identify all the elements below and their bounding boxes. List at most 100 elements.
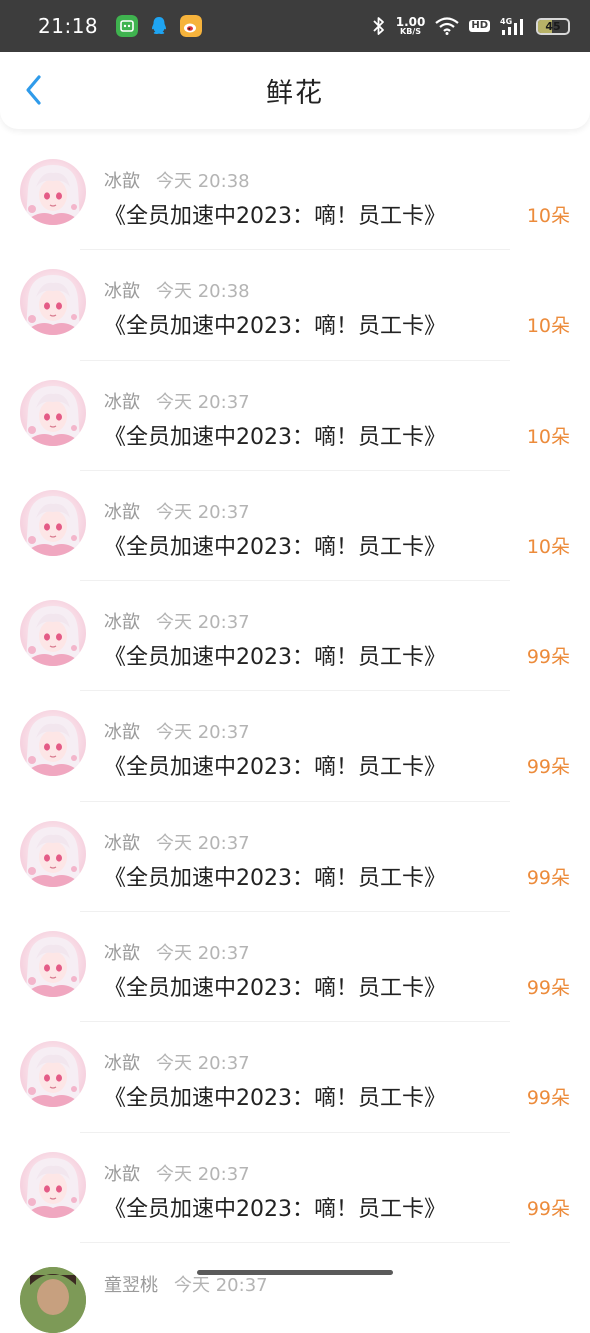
chevron-left-icon	[26, 75, 41, 105]
gift-title: 《全员加速中2023：嘀！员工卡》	[104, 1196, 446, 1222]
page-title: 鲜花	[266, 78, 324, 109]
anime-girl-avatar-image	[20, 1041, 86, 1108]
list-item[interactable]: 冰歆 今天 20:38 《全员加速中2023：嘀！员工卡》 10朵	[0, 250, 590, 361]
status-time: 21:18	[38, 14, 99, 38]
battery-indicator: 45	[536, 17, 570, 35]
flower-count: 99朵	[526, 756, 570, 779]
list-item[interactable]: 冰歆 今天 20:37 《全员加速中2023：嘀！员工卡》 99朵	[0, 1022, 590, 1133]
avatar[interactable]	[20, 820, 86, 887]
status-right: 1.00 KB/S HD 4G 45	[372, 16, 570, 36]
timestamp: 今天 20:37	[156, 391, 250, 413]
sender-name: 冰歆	[104, 281, 140, 303]
flower-count: 99朵	[526, 646, 570, 669]
anime-girl-avatar-image	[20, 269, 86, 336]
list-item[interactable]: 冰歆 今天 20:37 《全员加速中2023：嘀！员工卡》 99朵	[0, 1133, 590, 1243]
item-meta: 冰歆 今天 20:37	[104, 388, 250, 414]
list-item-partial[interactable]: 童翌桃 今天 20:37	[0, 1243, 590, 1333]
anime-girl-avatar-image	[20, 379, 86, 446]
item-meta: 冰歆 今天 20:37	[104, 1160, 250, 1186]
anime-girl-avatar-image	[20, 600, 86, 667]
sender-name: 冰歆	[104, 722, 140, 744]
wifi-icon	[435, 17, 460, 35]
timestamp: 今天 20:37	[156, 1053, 250, 1075]
list-item[interactable]: 冰歆 今天 20:37 《全员加速中2023：嘀！员工卡》 99朵	[0, 802, 590, 913]
avatar[interactable]	[20, 710, 86, 777]
gift-title: 《全员加速中2023：嘀！员工卡》	[104, 424, 446, 450]
item-meta: 冰歆 今天 20:37	[104, 1049, 250, 1075]
item-meta: 冰歆 今天 20:37	[104, 608, 250, 634]
avatar[interactable]	[20, 1266, 86, 1333]
timestamp: 今天 20:38	[156, 171, 250, 192]
list-item[interactable]: 冰歆 今天 20:37 《全员加速中2023：嘀！员工卡》 99朵	[0, 912, 590, 1023]
anime-girl-avatar-image	[20, 159, 86, 225]
sender-name: 冰歆	[104, 612, 140, 634]
gift-title: 《全员加速中2023：嘀！员工卡》	[104, 865, 446, 891]
avatar[interactable]	[20, 600, 86, 667]
notification-icons	[116, 15, 203, 37]
gift-title: 《全员加速中2023：嘀！员工卡》	[104, 755, 446, 781]
list-item[interactable]: 冰歆 今天 20:37 《全员加速中2023：嘀！员工卡》 99朵	[0, 581, 590, 692]
sender-name: 冰歆	[104, 1163, 140, 1185]
avatar[interactable]	[20, 269, 86, 336]
timestamp: 今天 20:38	[156, 281, 250, 303]
gift-title: 《全员加速中2023：嘀！员工卡》	[104, 976, 446, 1002]
anime-girl-avatar-image	[20, 931, 86, 998]
flower-count: 99朵	[526, 977, 570, 1000]
navigation-bar: 鲜花	[0, 52, 590, 129]
wechat-icon	[116, 15, 139, 37]
flower-record-list: 冰歆 今天 20:38 《全员加速中2023：嘀！员工卡》 10朵 冰歆 今天 …	[0, 140, 590, 1333]
avatar[interactable]	[20, 159, 86, 225]
signal-type-label: 4G	[500, 17, 512, 26]
gift-title: 《全员加速中2023：嘀！员工卡》	[104, 534, 446, 560]
avatar[interactable]	[20, 379, 86, 446]
flower-count: 99朵	[526, 866, 570, 889]
avatar[interactable]	[20, 489, 86, 556]
list-item[interactable]: 冰歆 今天 20:38 《全员加速中2023：嘀！员工卡》 10朵	[0, 140, 590, 251]
list-item[interactable]: 冰歆 今天 20:37 《全员加速中2023：嘀！员工卡》 99朵	[0, 691, 590, 802]
timestamp: 今天 20:37	[156, 832, 250, 854]
sender-name: 冰歆	[104, 391, 140, 413]
avatar[interactable]	[20, 1151, 86, 1218]
item-meta: 冰歆 今天 20:38	[104, 167, 250, 193]
timestamp: 今天 20:37	[156, 501, 250, 523]
network-speed: 1.00 KB/S	[396, 16, 426, 36]
timestamp: 今天 20:37	[156, 1163, 250, 1185]
flower-count: 10朵	[526, 425, 570, 448]
flower-count: 10朵	[526, 535, 570, 558]
item-meta: 冰歆 今天 20:37	[104, 498, 250, 524]
list-item[interactable]: 冰歆 今天 20:37 《全员加速中2023：嘀！员工卡》 10朵	[0, 361, 590, 471]
avatar[interactable]	[20, 1041, 86, 1108]
anime-girl-avatar-image	[20, 710, 86, 777]
gift-title: 《全员加速中2023：嘀！员工卡》	[104, 204, 446, 229]
item-meta: 冰歆 今天 20:37	[104, 939, 250, 965]
flower-count: 10朵	[526, 315, 570, 338]
anime-girl-avatar-image	[20, 820, 86, 887]
cellular-signal-icon: 4G	[500, 17, 523, 35]
sender-name: 冰歆	[104, 171, 140, 192]
sender-name: 冰歆	[104, 943, 140, 965]
sender-name: 冰歆	[104, 1053, 140, 1075]
status-bar: 21:18 1.00 KB/S HD 4G 45	[0, 0, 590, 52]
weibo-icon	[180, 15, 203, 37]
sender-name: 冰歆	[104, 832, 140, 854]
home-indicator[interactable]	[197, 1270, 393, 1275]
sender-name: 冰歆	[104, 501, 140, 523]
gift-title: 《全员加速中2023：嘀！员工卡》	[104, 1086, 446, 1112]
item-meta: 冰歆 今天 20:38	[104, 277, 250, 303]
list-item[interactable]: 冰歆 今天 20:37 《全员加速中2023：嘀！员工卡》 10朵	[0, 471, 590, 582]
item-meta: 冰歆 今天 20:37	[104, 718, 250, 744]
network-speed-unit: KB/S	[400, 27, 422, 36]
avatar-image	[20, 1266, 86, 1333]
anime-girl-avatar-image	[20, 489, 86, 556]
qq-icon	[152, 17, 167, 35]
item-meta: 冰歆 今天 20:37	[104, 829, 250, 855]
avatar[interactable]	[20, 931, 86, 998]
timestamp: 今天 20:37	[156, 612, 250, 634]
battery-level: 45	[545, 19, 561, 33]
anime-girl-avatar-image	[20, 1151, 86, 1218]
gift-title: 《全员加速中2023：嘀！员工卡》	[104, 645, 446, 671]
sender-name: 童翌桃	[104, 1274, 158, 1296]
flower-count: 99朵	[526, 1197, 570, 1220]
back-button[interactable]	[16, 72, 52, 108]
hd-badge: HD	[469, 20, 490, 32]
